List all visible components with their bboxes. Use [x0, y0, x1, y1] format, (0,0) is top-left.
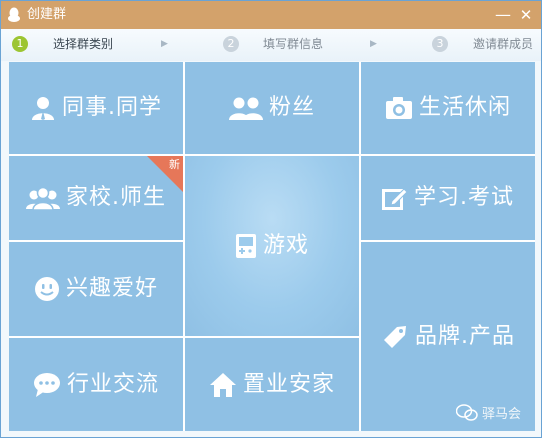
chat-bubble-icon — [33, 372, 60, 397]
close-button[interactable]: ✕ — [515, 4, 537, 26]
title-bar: 创建群 — ✕ — [1, 1, 541, 29]
category-life-leisure[interactable]: 生活休闲 — [361, 62, 535, 154]
category-colleague-classmate[interactable]: 同事.同学 — [9, 62, 183, 154]
smiley-icon — [34, 277, 59, 301]
person-icon — [32, 97, 54, 120]
category-grid: 同事.同学 粉丝 生活休闲 家校.师生 新 游戏 学习.考试 兴趣爱好 品牌.产… — [9, 62, 535, 431]
gamepad-icon — [235, 234, 256, 258]
category-school-teacher[interactable]: 家校.师生 新 — [9, 156, 183, 240]
category-label: 置业安家 — [242, 371, 335, 397]
camera-icon — [385, 97, 412, 119]
step-2-number: 2 — [223, 36, 239, 52]
category-label: 生活休闲 — [418, 95, 511, 120]
category-label: 粉丝 — [268, 95, 315, 120]
category-study-exam[interactable]: 学习.考试 — [361, 156, 535, 240]
step-3-label: 邀请群成员 — [473, 37, 534, 51]
new-badge-text: 新 — [169, 158, 180, 171]
minimize-button[interactable]: — — [492, 4, 514, 26]
tag-icon — [384, 325, 406, 348]
category-label: 同事.同学 — [62, 95, 162, 120]
step-arrow-icon: ▶ — [161, 39, 168, 49]
step-1-label: 选择群类别 — [53, 37, 114, 51]
watermark: 驿马会 — [456, 403, 521, 422]
category-label: 行业交流 — [66, 371, 159, 397]
wechat-icon — [456, 403, 478, 421]
penguin-icon — [8, 7, 20, 22]
step-arrow-icon: ▶ — [370, 39, 377, 49]
create-group-window: 创建群 — ✕ 1 选择群类别 ▶ 2 填写群信息 ▶ 3 邀请群成员 同事.同… — [0, 0, 542, 438]
category-label: 游戏 — [262, 233, 309, 258]
step-3-number: 3 — [432, 36, 448, 52]
category-industry-exchange[interactable]: 行业交流 — [9, 338, 183, 431]
window-title: 创建群 — [27, 7, 67, 22]
category-label: 品牌.产品 — [415, 323, 515, 349]
category-label: 学习.考试 — [414, 185, 514, 210]
two-persons-icon — [228, 97, 263, 120]
edit-icon — [382, 188, 408, 210]
watermark-text: 驿马会 — [482, 407, 522, 422]
category-real-estate[interactable]: 置业安家 — [185, 338, 359, 431]
group-icon — [26, 186, 60, 211]
new-badge: 新 — [147, 156, 183, 192]
category-hobby[interactable]: 兴趣爱好 — [9, 242, 183, 336]
category-fans[interactable]: 粉丝 — [185, 62, 359, 154]
category-game[interactable]: 游戏 — [185, 156, 359, 336]
home-icon — [209, 372, 236, 397]
step-1-number: 1 — [12, 36, 28, 52]
step-2-label: 填写群信息 — [263, 37, 324, 51]
step-indicator: 1 选择群类别 ▶ 2 填写群信息 ▶ 3 邀请群成员 — [1, 29, 541, 61]
category-label: 兴趣爱好 — [65, 276, 158, 301]
